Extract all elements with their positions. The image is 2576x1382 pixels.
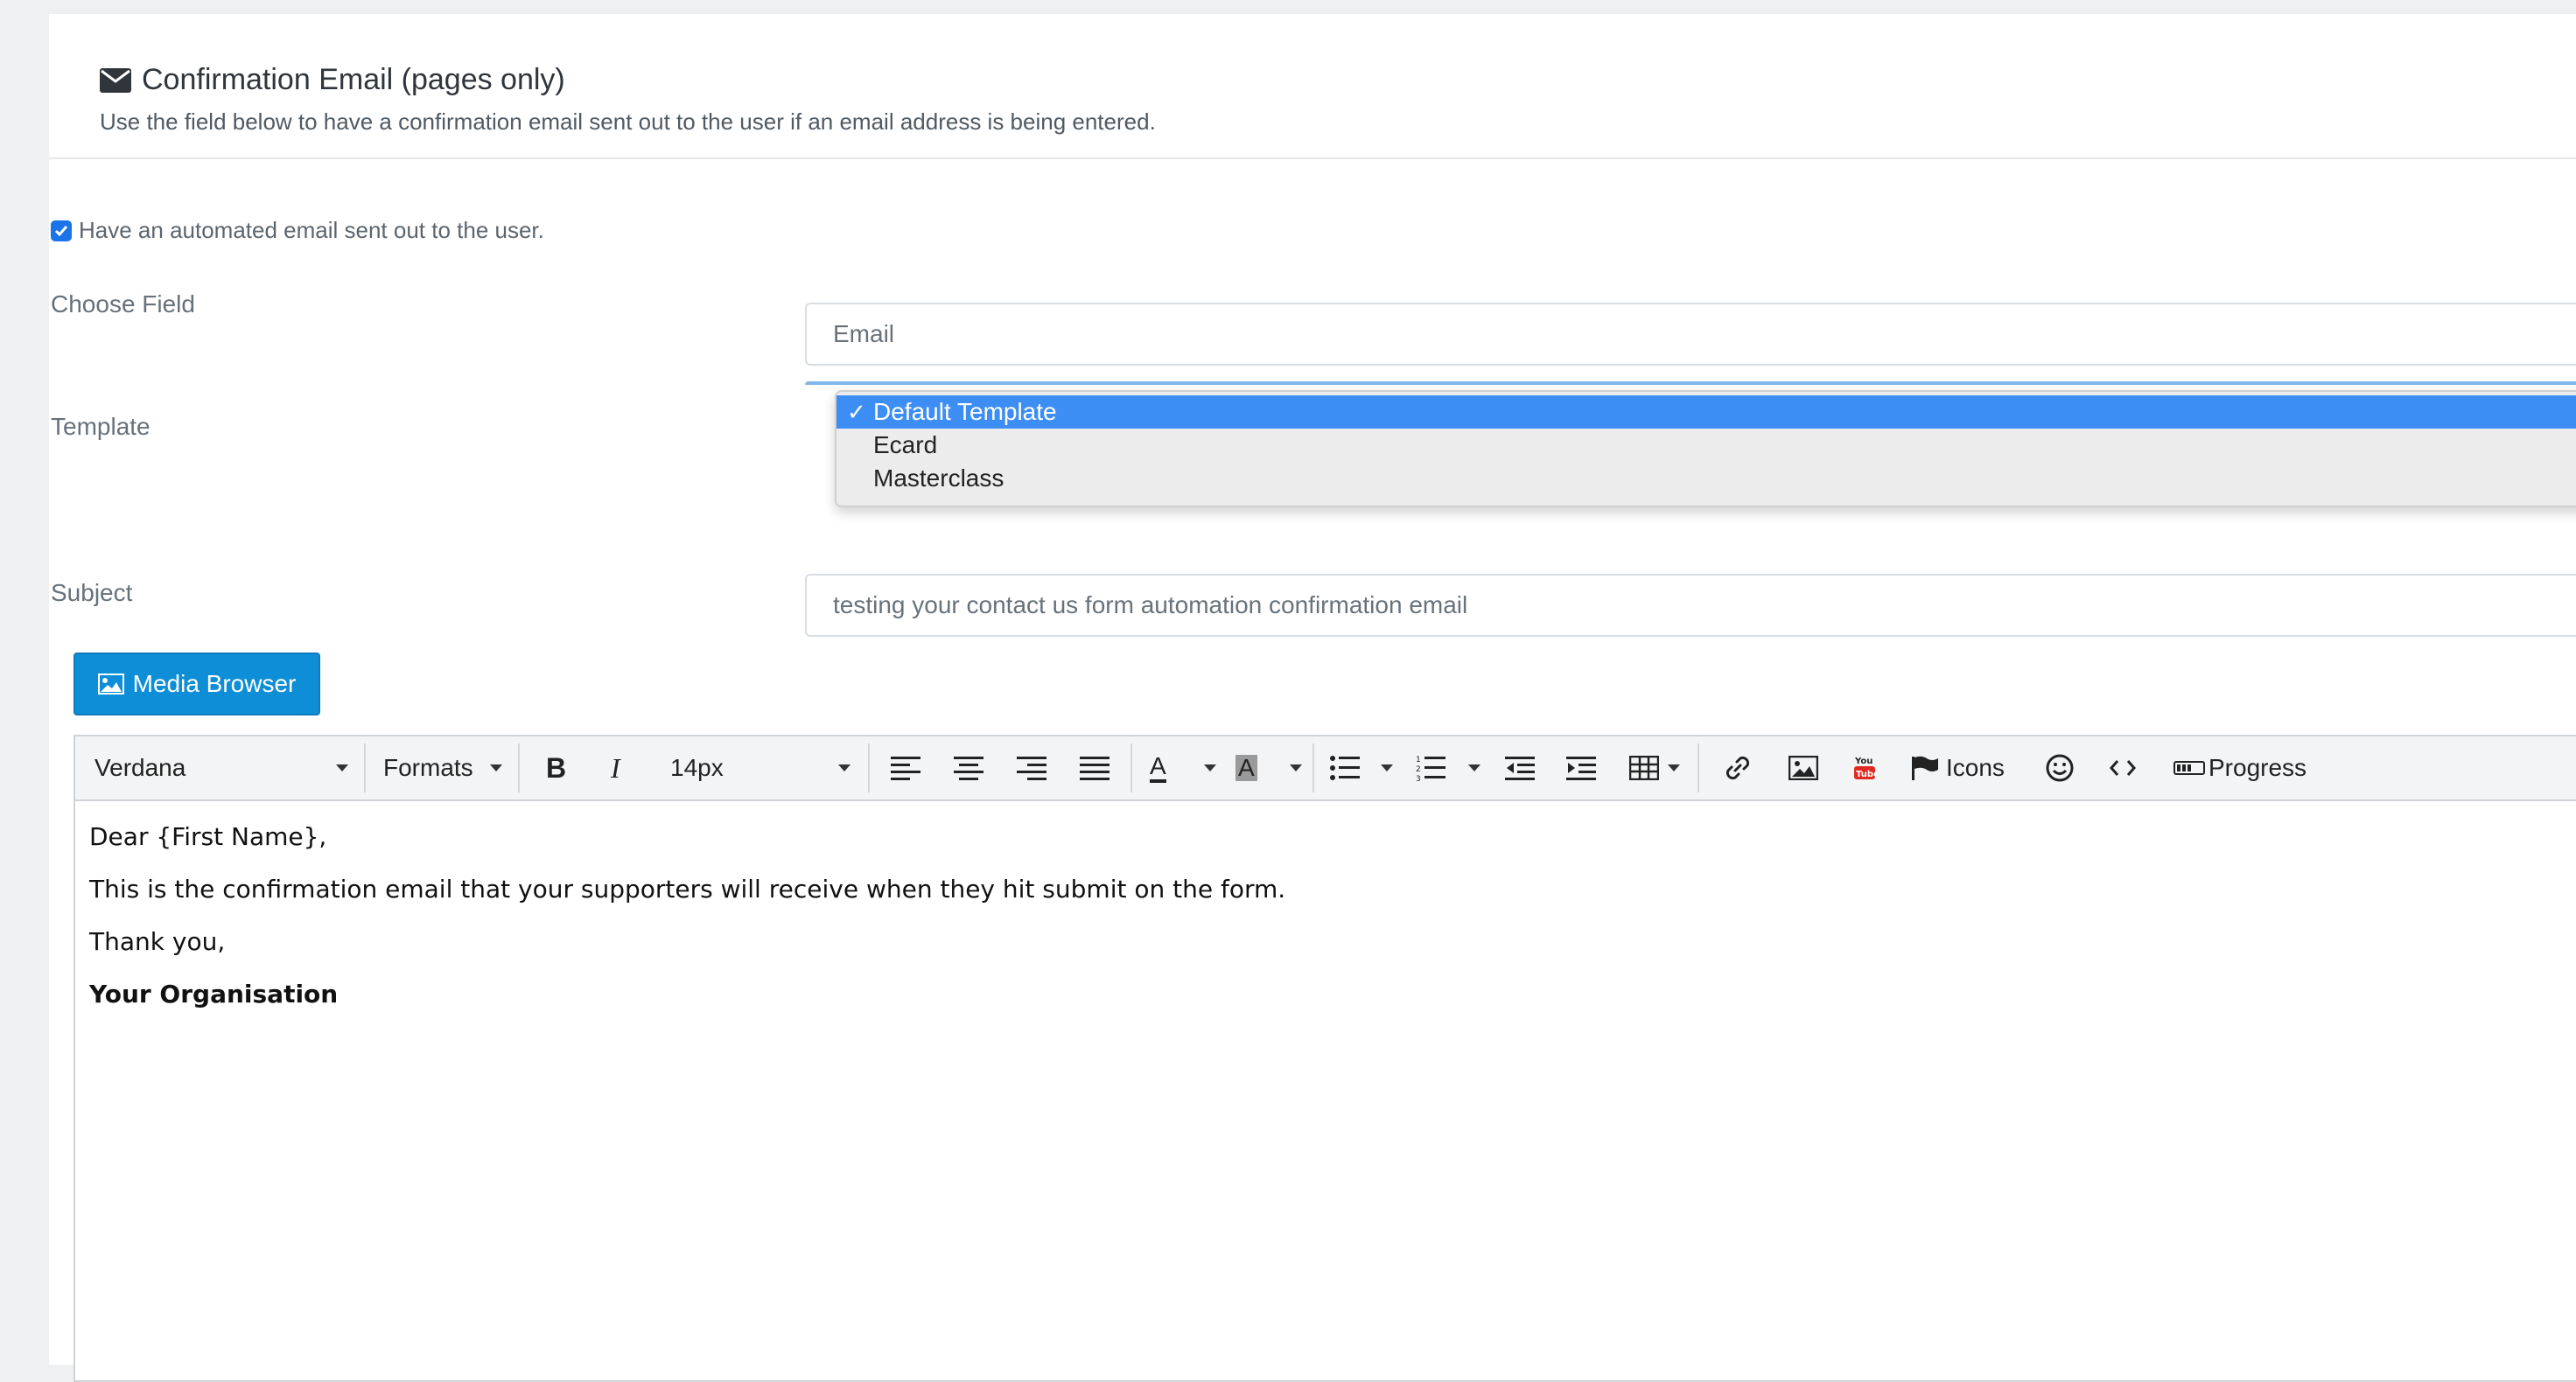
text-color-icon[interactable]: A (1150, 736, 1216, 799)
svg-text:2: 2 (1416, 765, 1421, 774)
numbered-list-icon[interactable]: 123 (1416, 736, 1480, 799)
align-left-icon[interactable] (891, 736, 920, 799)
email-greeting: Dear {First Name}, (89, 822, 327, 851)
template-option-default[interactable]: ✓ Default Template (836, 395, 2576, 429)
editor-toolbar: Verdana Formats B I 14px A A 1 2 3 You T… (75, 736, 2576, 801)
choose-field-label: Choose Field (51, 290, 195, 318)
align-justify-icon[interactable] (1080, 736, 1110, 799)
section-subtitle: Use the field below to have a confirmati… (100, 108, 1156, 135)
subject-value: testing your contact us form automation … (833, 591, 1468, 618)
svg-text:3: 3 (1416, 775, 1421, 782)
table-icon[interactable] (1629, 736, 1680, 799)
progress-bar-icon (2174, 761, 2205, 775)
editor-body[interactable]: Dear {First Name}, This is the confirmat… (89, 824, 1285, 1034)
template-option-ecard[interactable]: Ecard (836, 429, 2576, 462)
link-icon[interactable] (1724, 736, 1752, 799)
chevron-down-icon (1468, 764, 1480, 771)
header-divider (49, 157, 2576, 159)
bullet-list-icon[interactable] (1330, 736, 1393, 799)
font-size-select[interactable]: 14px (670, 736, 850, 799)
toolbar-divider (868, 743, 870, 792)
chevron-down-icon (1290, 764, 1302, 771)
emoji-icon[interactable] (2046, 736, 2074, 799)
svg-text:Tube: Tube (1856, 770, 1876, 779)
choose-field-value: Email (833, 320, 895, 347)
chevron-down-icon (1204, 764, 1216, 771)
toolbar-divider (1312, 743, 1314, 792)
subject-input[interactable]: testing your contact us form automation … (805, 574, 2576, 637)
email-signature: Your Organisation (89, 980, 339, 1009)
chevron-down-icon (490, 764, 502, 771)
indent-icon[interactable] (1566, 736, 1596, 799)
chevron-down-icon (838, 764, 850, 771)
svg-text:You: You (1854, 757, 1872, 766)
source-code-icon[interactable] (2109, 736, 2137, 799)
progress-button[interactable]: Progress (2174, 736, 2306, 799)
toolbar-divider (1698, 743, 1699, 792)
youtube-icon[interactable]: You Tube (1853, 736, 1876, 799)
chevron-down-icon (336, 764, 348, 771)
template-option-masterclass[interactable]: Masterclass (836, 462, 2576, 495)
checkmark-icon: ✓ (847, 399, 866, 425)
section-title-text: Confirmation Email (pages only) (142, 63, 565, 96)
rich-text-editor: Verdana Formats B I 14px A A 1 2 3 You T… (74, 735, 2576, 1382)
icons-button[interactable]: Icons (1911, 736, 2005, 799)
align-center-icon[interactable] (954, 736, 984, 799)
chevron-down-icon (1668, 764, 1680, 771)
auto-email-row[interactable]: Have an automated email sent out to the … (51, 217, 544, 244)
outdent-icon[interactable] (1505, 736, 1535, 799)
bold-icon[interactable]: B (546, 736, 566, 799)
media-browser-button[interactable]: Media Browser (74, 653, 320, 715)
template-dropdown[interactable]: ✓ Default Template Ecard Masterclass (835, 390, 2576, 507)
auto-email-label: Have an automated email sent out to the … (79, 217, 544, 243)
email-body-line: This is the confirmation email that your… (89, 875, 1286, 904)
template-label: Template (51, 413, 150, 440)
italic-icon[interactable]: I (611, 736, 620, 799)
image-icon (97, 674, 124, 694)
envelope-icon (100, 67, 131, 93)
background-color-icon[interactable]: A (1236, 736, 1302, 799)
chevron-down-icon (1381, 764, 1393, 771)
svg-text:1: 1 (1416, 756, 1421, 764)
email-signoff: Thank you, (89, 927, 226, 956)
auto-email-checkbox[interactable] (51, 220, 72, 241)
checkmark-icon (54, 225, 68, 236)
toolbar-divider (364, 743, 366, 792)
font-family-select[interactable]: Verdana (94, 736, 348, 799)
choose-field-select[interactable]: Email (805, 303, 2576, 366)
flag-icon (1912, 756, 1938, 780)
template-select[interactable] (805, 381, 2576, 385)
subject-label: Subject (51, 579, 133, 606)
toolbar-divider (518, 743, 520, 792)
align-right-icon[interactable] (1017, 736, 1046, 799)
media-browser-label: Media Browser (132, 670, 297, 697)
image-icon[interactable] (1788, 736, 1818, 799)
section-title: Confirmation Email (pages only) (100, 63, 565, 97)
formats-menu[interactable]: Formats (383, 736, 502, 799)
toolbar-divider (1130, 743, 1132, 792)
